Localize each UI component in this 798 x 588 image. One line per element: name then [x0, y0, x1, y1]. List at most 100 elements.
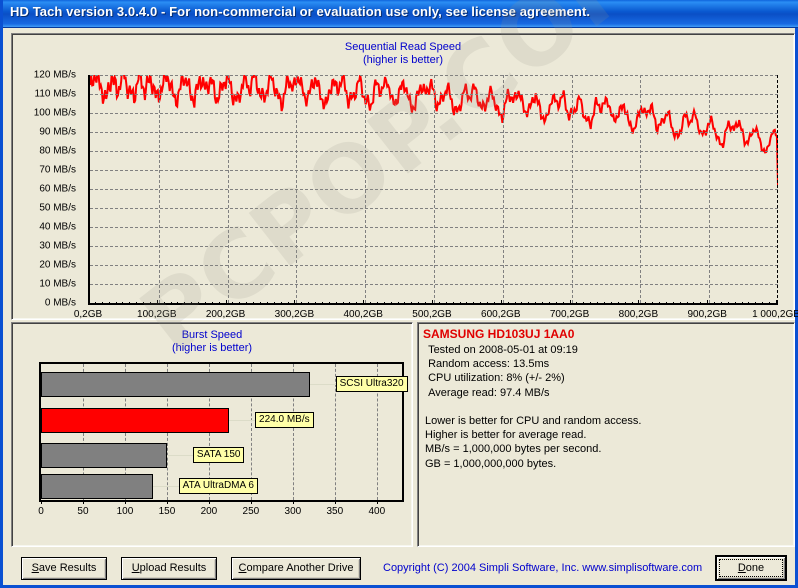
sequential-x-tick [500, 300, 502, 305]
sequential-x-tick [576, 302, 578, 305]
sequential-x-tick [473, 302, 475, 305]
burst-x-tick-label: 50 [77, 506, 89, 517]
upload-results-button[interactable]: Upload Results [121, 557, 217, 580]
sequential-x-tick [755, 302, 757, 305]
sequential-x-tick [672, 302, 674, 305]
sequential-x-tick [665, 302, 667, 305]
sequential-x-tick-label: 400,2GB [343, 309, 383, 320]
drive-info-text: Tested on 2008-05-01 at 09:19 Random acc… [425, 344, 642, 470]
sequential-plot-area [88, 75, 778, 305]
sequential-x-tick [204, 302, 206, 305]
sequential-chart-title: Sequential Read Speed (higher is better) [12, 41, 794, 67]
sequential-x-tick [129, 302, 131, 305]
sequential-x-tick [149, 302, 151, 305]
burst-x-tick [292, 500, 294, 504]
sequential-x-tick [404, 302, 406, 305]
burst-bar-leader-line [152, 486, 179, 487]
burst-bar [41, 443, 167, 468]
burst-chart-title: Burst Speed (higher is better) [12, 329, 412, 355]
burst-x-tick [166, 500, 168, 504]
burst-x-tick-label: 400 [368, 506, 386, 517]
done-label: Done [737, 561, 765, 574]
sequential-x-tick [493, 302, 495, 305]
sequential-x-tick [542, 302, 544, 305]
sequential-x-tick [136, 302, 138, 305]
sequential-x-tick [438, 302, 440, 305]
sequential-x-tick-label: 600,2GB [481, 309, 521, 320]
sequential-x-tick [679, 302, 681, 305]
sequential-x-tick [507, 302, 509, 305]
sequential-x-tick [376, 302, 378, 305]
sequential-x-tick [101, 302, 103, 305]
sequential-x-tick [397, 302, 399, 305]
sequential-x-tick [383, 302, 385, 305]
sequential-y-tick-label: 10 MB/s [39, 278, 76, 290]
sequential-gridline-v [571, 75, 573, 303]
sequential-x-tick-label: 100,2GB [137, 309, 177, 320]
sequential-x-axis: 0,2GB 100,2GB 200,2GB 300,2GB 400,2GB 500,2GB… [12, 300, 798, 321]
burst-x-tick-label: 300 [284, 506, 302, 517]
burst-bar [41, 474, 153, 499]
sequential-gridline-v [640, 75, 642, 303]
burst-x-tick-label: 350 [326, 506, 344, 517]
sequential-y-tick-label: 50 MB/s [39, 202, 76, 214]
burst-chart-title-line1: Burst Speed [181, 329, 243, 341]
sequential-x-tick [604, 302, 605, 305]
sequential-x-tick [342, 302, 344, 305]
sequential-x-tick [707, 300, 709, 305]
sequential-x-tick [280, 302, 282, 305]
sequential-x-tick [335, 302, 337, 305]
done-button[interactable]: Done [715, 555, 787, 581]
burst-x-tick [376, 500, 378, 504]
burst-x-axis: 0 50 100 150 200 250 300 350 400 [12, 500, 412, 519]
sequential-x-tick-label: 700,2GB [549, 309, 590, 320]
sequential-read-panel: Sequential Read Speed (higher is better)… [11, 33, 798, 321]
sequential-x-tick [569, 300, 571, 305]
sequential-x-tick [762, 302, 764, 305]
sequential-x-tick [597, 302, 599, 305]
sequential-x-tick [624, 302, 626, 305]
sequential-x-tick [714, 302, 716, 305]
sequential-x-tick [521, 302, 523, 305]
sequential-x-tick [349, 302, 351, 305]
upload-results-label: Upload Results [131, 562, 207, 574]
compare-another-drive-button[interactable]: Compare Another Drive [231, 557, 361, 580]
sequential-x-tick [466, 302, 468, 305]
sequential-x-tick [652, 302, 654, 305]
burst-x-tick-label: 100 [116, 506, 134, 517]
sequential-x-tick [301, 302, 303, 305]
sequential-x-tick [294, 300, 296, 305]
sequential-x-tick [693, 302, 695, 305]
burst-x-tick [82, 500, 84, 504]
sequential-x-tick [239, 302, 241, 305]
sequential-y-tick-label: 90 MB/s [39, 126, 76, 138]
sequential-plot-right-edge [777, 75, 778, 303]
sequential-x-tick [528, 302, 530, 305]
sequential-x-tick [260, 302, 261, 305]
sequential-y-tick-label: 70 MB/s [39, 164, 76, 176]
sequential-x-tick [266, 302, 268, 305]
sequential-y-tick-label: 80 MB/s [39, 145, 76, 157]
sequential-x-tick [321, 302, 323, 305]
burst-bar [41, 372, 310, 397]
compare-another-drive-label: Compare Another Drive [238, 562, 354, 574]
window-title: HD Tach version 3.0.4.0 - For non-commer… [10, 4, 591, 19]
burst-x-tick [250, 500, 252, 504]
save-results-button[interactable]: Save Results [21, 557, 107, 580]
sequential-y-tick-label: 120 MB/s [33, 69, 76, 81]
sequential-x-tick [432, 300, 433, 305]
sequential-x-tick [122, 302, 124, 305]
sequential-gridline-v [434, 75, 435, 303]
sequential-x-tick [218, 302, 220, 305]
burst-x-tick-label: 0 [38, 506, 44, 517]
sequential-x-tick-label: 0,2GB [73, 309, 103, 320]
sequential-x-tick-label: 800,2GB [618, 309, 659, 320]
sequential-x-tick [232, 302, 234, 305]
hdtach-window: HD Tach version 3.0.4.0 - For non-commer… [0, 0, 798, 588]
sequential-x-tick [583, 302, 585, 305]
sequential-x-tick [480, 302, 482, 305]
sequential-x-tick [225, 300, 227, 305]
sequential-x-tick [769, 302, 771, 305]
sequential-gridline-v [296, 75, 298, 303]
sequential-x-tick [459, 302, 461, 305]
